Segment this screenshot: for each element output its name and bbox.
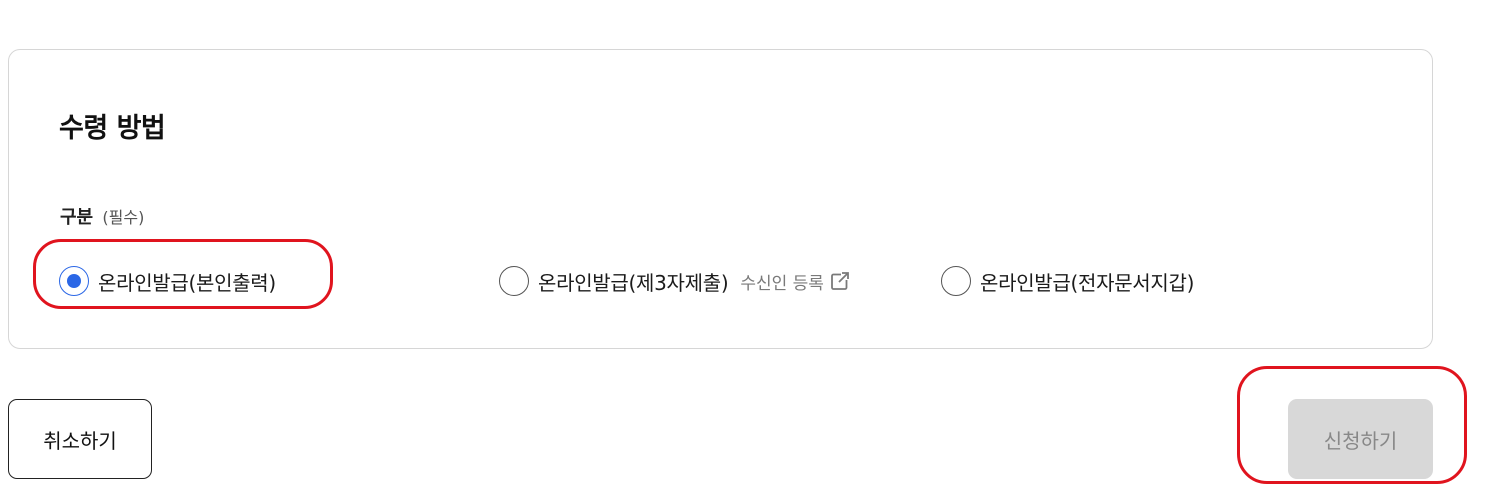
external-link-icon [831, 272, 849, 290]
radio-button[interactable] [499, 266, 529, 296]
receipt-method-card: 수령 방법 구분 (필수) 온라인발급(본인출력) 온라인발급(제3자제출) 수… [8, 49, 1433, 349]
required-indicator: (필수) [102, 208, 145, 227]
radio-dot [67, 274, 81, 288]
field-label-text: 구분 [60, 207, 94, 228]
section-title: 수령 방법 [59, 113, 166, 144]
radio-label: 온라인발급(제3자제출) [538, 270, 729, 295]
cancel-button[interactable]: 취소하기 [8, 399, 152, 479]
submit-button[interactable]: 신청하기 [1288, 399, 1433, 479]
field-label: 구분 (필수) [60, 203, 144, 229]
radio-option-e-wallet[interactable]: 온라인발급(전자문서지갑) [941, 263, 1194, 299]
recipient-register-label: 수신인 등록 [740, 273, 824, 294]
radio-option-self-print[interactable]: 온라인발급(본인출력) [59, 263, 276, 299]
radio-label: 온라인발급(전자문서지갑) [980, 270, 1195, 295]
radio-label: 온라인발급(본인출력) [98, 270, 276, 295]
radio-button[interactable] [941, 266, 971, 296]
recipient-register-link[interactable]: 수신인 등록 [740, 269, 850, 294]
radio-option-third-party[interactable]: 온라인발급(제3자제출) 수신인 등록 [499, 263, 850, 299]
radio-button-selected[interactable] [59, 266, 89, 296]
page: 수령 방법 구분 (필수) 온라인발급(본인출력) 온라인발급(제3자제출) 수… [0, 0, 1507, 496]
